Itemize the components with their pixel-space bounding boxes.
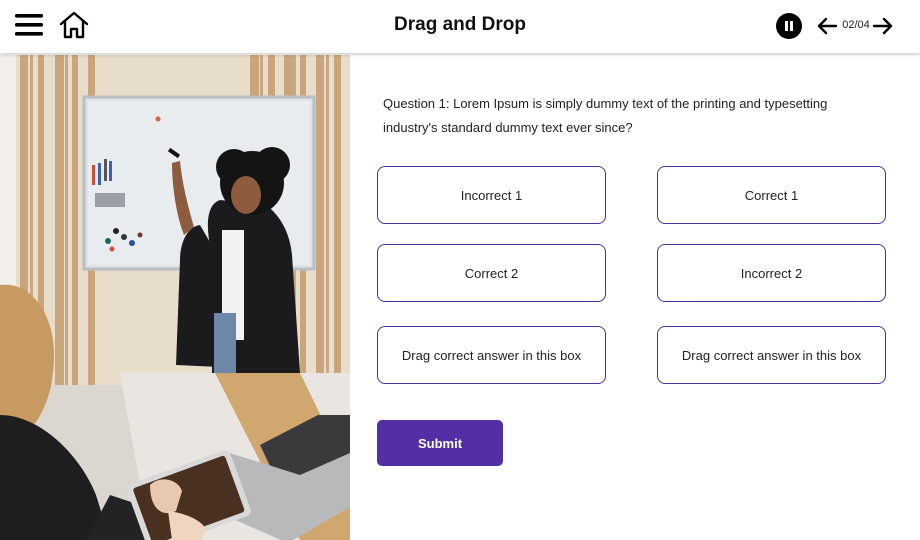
pause-icon[interactable] <box>776 13 802 39</box>
drop-zone-1[interactable]: Drag correct answer in this box <box>377 326 606 384</box>
option-incorrect-2[interactable]: Incorrect 2 <box>657 244 886 302</box>
option-incorrect-1[interactable]: Incorrect 1 <box>377 166 606 224</box>
question-text: Question 1: Lorem Ipsum is simply dummy … <box>383 96 828 135</box>
arrow-right-icon[interactable] <box>872 16 894 36</box>
presentation-photo <box>0 55 350 540</box>
arrow-left-icon[interactable] <box>816 16 838 36</box>
submit-button[interactable]: Submit <box>377 420 503 466</box>
option-correct-2[interactable]: Correct 2 <box>377 244 606 302</box>
page-counter: 02/04 <box>842 19 870 31</box>
drop-zone-2[interactable]: Drag correct answer in this box <box>657 326 886 384</box>
option-correct-1[interactable]: Correct 1 <box>657 166 886 224</box>
top-bar: Drag and Drop 02/04 <box>0 0 920 53</box>
